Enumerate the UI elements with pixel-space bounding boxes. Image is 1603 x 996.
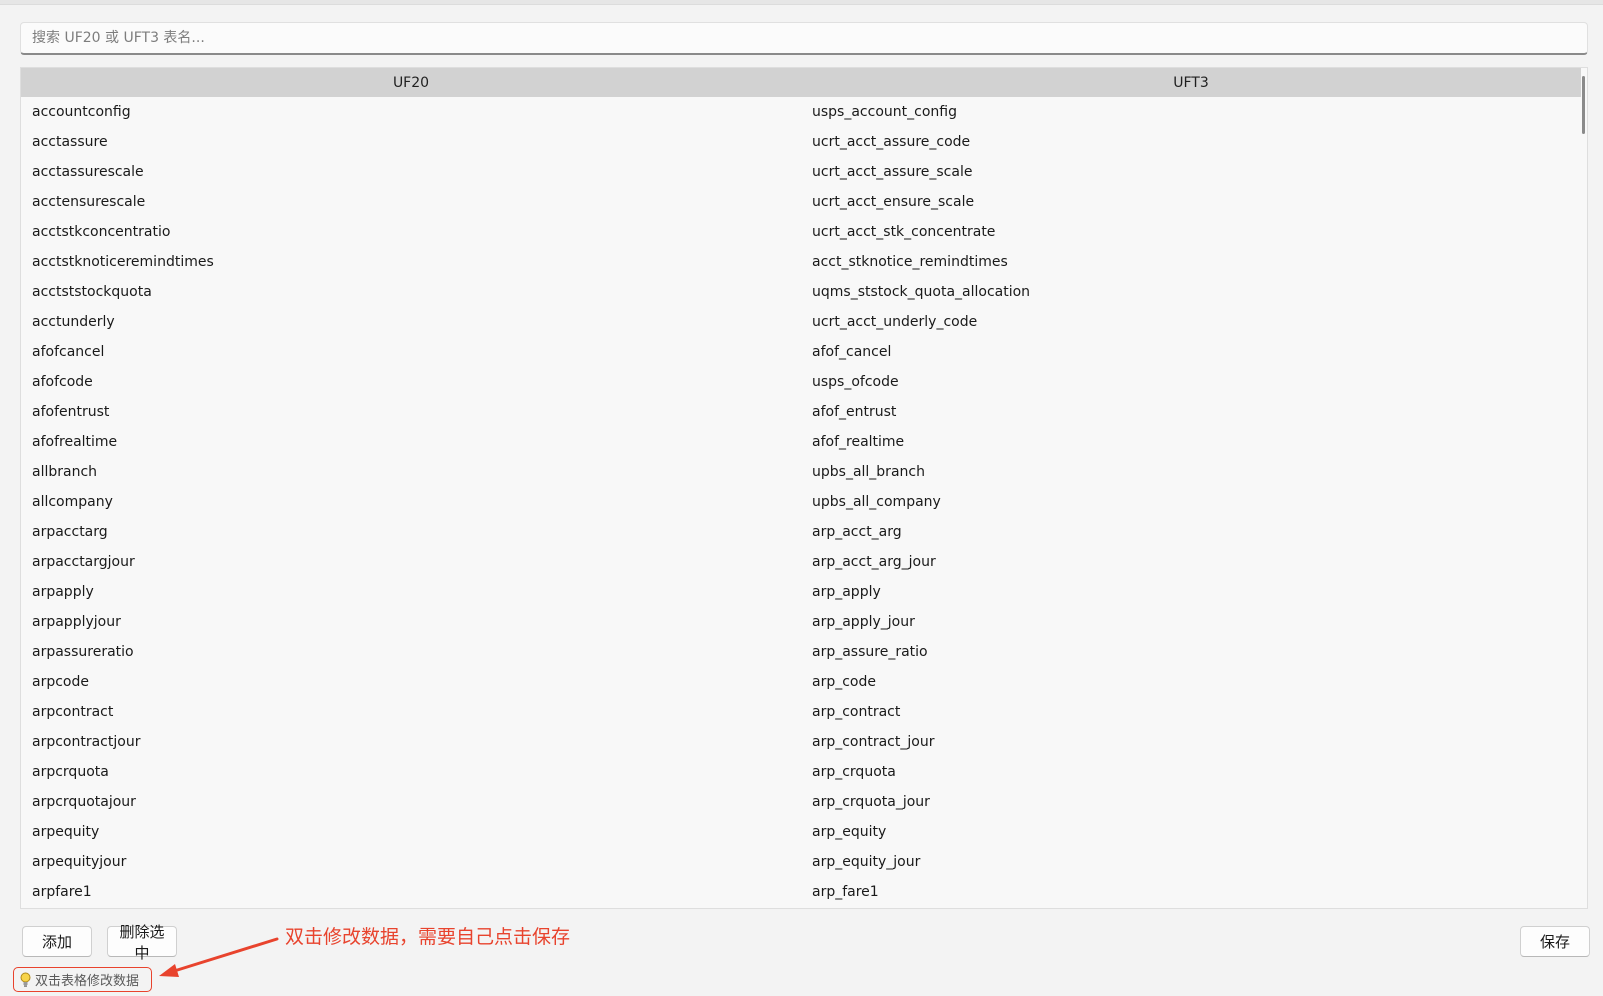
cell-uft3[interactable]: usps_account_config [801, 104, 1581, 120]
table-row[interactable]: afofrealtime afof_realtime [21, 427, 1581, 457]
cell-uft3[interactable]: uqms_ststock_quota_allocation [801, 284, 1581, 300]
table-row[interactable]: acctassure ucrt_acct_assure_code [21, 127, 1581, 157]
cell-uft3[interactable]: arp_crquota [801, 764, 1581, 780]
cell-uf20[interactable]: acctassurescale [21, 164, 801, 180]
cell-uf20[interactable]: arpapply [21, 584, 801, 600]
cell-uft3[interactable]: ucrt_acct_assure_code [801, 134, 1581, 150]
table-row[interactable]: acctstkconcentratio ucrt_acct_stk_concent… [21, 217, 1581, 247]
cell-uft3[interactable]: afof_entrust [801, 404, 1581, 420]
cell-uf20[interactable]: afofentrust [21, 404, 801, 420]
cell-uf20[interactable]: acctstkconcentratio [21, 224, 801, 240]
table-row[interactable]: arpapplyjour arp_apply_jour [21, 607, 1581, 637]
cell-uf20[interactable]: arpacctargjour [21, 554, 801, 570]
cell-uft3[interactable]: arp_contract_jour [801, 734, 1581, 750]
cell-uf20[interactable]: arpcontractjour [21, 734, 801, 750]
table-row[interactable]: arpequityjour arp_equity_jour [21, 847, 1581, 877]
window-top-edge [0, 0, 1603, 5]
cell-uf20[interactable]: afofrealtime [21, 434, 801, 450]
mapping-table: UF20 UFT3 accountconfig usps_account_conf… [20, 67, 1588, 909]
cell-uf20[interactable]: acctunderly [21, 314, 801, 330]
table-row[interactable]: accountconfig usps_account_config [21, 97, 1581, 127]
cell-uft3[interactable]: afof_cancel [801, 344, 1581, 360]
table-row[interactable]: arpequity arp_equity [21, 817, 1581, 847]
table-row[interactable]: allcompany upbs_all_company [21, 487, 1581, 517]
cell-uf20[interactable]: afofcancel [21, 344, 801, 360]
cell-uf20[interactable]: arpfare1 [21, 884, 801, 900]
cell-uf20[interactable]: allcompany [21, 494, 801, 510]
table-row[interactable]: acctassurescale ucrt_acct_assure_scale [21, 157, 1581, 187]
cell-uft3[interactable]: ucrt_acct_assure_scale [801, 164, 1581, 180]
table-header: UF20 UFT3 [21, 68, 1581, 97]
table-row[interactable]: acctunderly ucrt_acct_underly_code [21, 307, 1581, 337]
cell-uft3[interactable]: ucrt_acct_ensure_scale [801, 194, 1581, 210]
cell-uft3[interactable]: afof_realtime [801, 434, 1581, 450]
column-header-uft3[interactable]: UFT3 [801, 68, 1581, 97]
cell-uft3[interactable]: usps_ofcode [801, 374, 1581, 390]
cell-uft3[interactable]: arp_assure_ratio [801, 644, 1581, 660]
cell-uf20[interactable]: allbranch [21, 464, 801, 480]
cell-uf20[interactable]: arpcrquotajour [21, 794, 801, 810]
cell-uf20[interactable]: arpequityjour [21, 854, 801, 870]
cell-uf20[interactable]: arpcode [21, 674, 801, 690]
lightbulb-icon [20, 972, 31, 987]
cell-uf20[interactable]: acctstknoticeremindtimes [21, 254, 801, 270]
table-row[interactable]: arpcontractjour arp_contract_jour [21, 727, 1581, 757]
hint-box: 双击表格修改数据 [13, 967, 153, 992]
table-row[interactable]: afofcancel afof_cancel [21, 337, 1581, 367]
table-row[interactable]: afofentrust afof_entrust [21, 397, 1581, 427]
cell-uf20[interactable]: arpassureratio [21, 644, 801, 660]
cell-uft3[interactable]: arp_equity_jour [801, 854, 1581, 870]
cell-uft3[interactable]: ucrt_acct_underly_code [801, 314, 1581, 330]
search-input[interactable] [20, 22, 1588, 55]
table-row[interactable]: acctensurescale ucrt_acct_ensure_scale [21, 187, 1581, 217]
table-row[interactable]: arpcode arp_code [21, 667, 1581, 697]
table-row[interactable]: arpfare1 arp_fare1 [21, 877, 1581, 907]
table-row[interactable]: arpcrquotajour arp_crquota_jour [21, 787, 1581, 817]
cell-uf20[interactable]: arpcrquota [21, 764, 801, 780]
cell-uf20[interactable]: acctassure [21, 134, 801, 150]
table-row[interactable]: acctstknoticeremindtimes acct_stknotice_r… [21, 247, 1581, 277]
cell-uf20[interactable]: acctststockquota [21, 284, 801, 300]
table-row[interactable]: acctststockquota uqms_ststock_quota_alloc… [21, 277, 1581, 307]
annotation-text: 双击修改数据，需要自己点击保存 [285, 926, 571, 948]
table-row[interactable]: allbranch upbs_all_branch [21, 457, 1581, 487]
table-row[interactable]: arpapply arp_apply [21, 577, 1581, 607]
cell-uft3[interactable]: ucrt_acct_stk_concentrate [801, 224, 1581, 240]
mapping-editor-window: UF20 UFT3 accountconfigusps_account_conf… [0, 0, 1603, 996]
cell-uft3[interactable]: arp_contract [801, 704, 1581, 720]
table-row[interactable]: arpcontract arp_contract [21, 697, 1581, 727]
add-button[interactable]: 添加 [22, 926, 92, 957]
cell-uft3[interactable]: arp_apply_jour [801, 614, 1581, 630]
cell-uf20[interactable]: accountconfig [21, 104, 801, 120]
cell-uft3[interactable]: arp_equity [801, 824, 1581, 840]
cell-uf20[interactable]: afofcode [21, 374, 801, 390]
cell-uft3[interactable]: arp_fare1 [801, 884, 1581, 900]
cell-uf20[interactable]: arpequity [21, 824, 801, 840]
table-body: accountconfig usps_account_config acctassu… [21, 97, 1581, 907]
table-row[interactable]: arpcrquota arp_crquota [21, 757, 1581, 787]
table-row[interactable]: arpacctarg arp_acct_arg [21, 517, 1581, 547]
cell-uft3[interactable]: arp_crquota_jour [801, 794, 1581, 810]
cell-uft3[interactable]: upbs_all_branch [801, 464, 1581, 480]
table-scrollbar[interactable] [1582, 76, 1585, 134]
cell-uft3[interactable]: acct_stknotice_remindtimes [801, 254, 1581, 270]
table-row[interactable]: arpacctargjour arp_acct_arg_jour [21, 547, 1581, 577]
cell-uf20[interactable]: arpapplyjour [21, 614, 801, 630]
cell-uf20[interactable]: acctensurescale [21, 194, 801, 210]
table-row[interactable]: afofcode usps_ofcode [21, 367, 1581, 397]
hint-text: 双击表格修改数据 [35, 974, 140, 989]
column-header-uf20[interactable]: UF20 [21, 68, 801, 97]
cell-uft3[interactable]: arp_acct_arg_jour [801, 554, 1581, 570]
cell-uft3[interactable]: arp_acct_arg [801, 524, 1581, 540]
cell-uf20[interactable]: arpcontract [21, 704, 801, 720]
cell-uft3[interactable]: upbs_all_company [801, 494, 1581, 510]
cell-uft3[interactable]: arp_apply [801, 584, 1581, 600]
table-row[interactable]: arpassureratio arp_assure_ratio [21, 637, 1581, 667]
annotation-arrow-icon [159, 937, 279, 977]
cell-uft3[interactable]: arp_code [801, 674, 1581, 690]
save-button[interactable]: 保存 [1520, 926, 1590, 957]
cell-uf20[interactable]: arpacctarg [21, 524, 801, 540]
